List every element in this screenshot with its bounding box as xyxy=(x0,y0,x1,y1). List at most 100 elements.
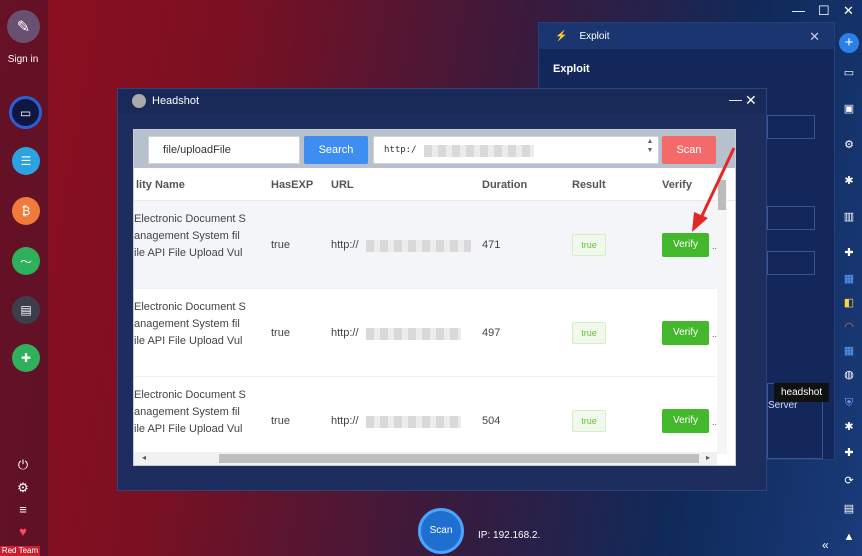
result-badge: true xyxy=(572,234,606,256)
redacted-url xyxy=(424,145,534,157)
table-row[interactable]: Electronic Document S anagement System f… xyxy=(134,289,717,377)
hasexp-cell: true xyxy=(271,239,290,251)
puzzle-small-icon[interactable]: ✚ xyxy=(842,446,856,460)
vuln-name-line: Electronic Document S xyxy=(134,389,246,401)
grid-icon[interactable]: ▦ xyxy=(842,344,856,358)
vuln-name-line: anagement System fil xyxy=(134,230,240,242)
verify-button[interactable]: Verify xyxy=(662,321,709,345)
settings-gear-icon[interactable]: ⚙ xyxy=(15,480,31,496)
headshot-close-icon[interactable]: ✕ xyxy=(745,92,757,109)
hasexp-cell: true xyxy=(271,327,290,339)
exploit-tab[interactable]: ⚡ Exploit ✕ xyxy=(539,23,834,49)
nav-chat-icon[interactable]: ▤ xyxy=(12,296,40,324)
exploit-close-icon[interactable]: ✕ xyxy=(809,29,820,45)
col-hasexp-header[interactable]: HasEXP xyxy=(271,179,313,191)
sign-in-link[interactable]: Sign in xyxy=(0,54,46,65)
headshot-tooltip: headshot xyxy=(774,383,830,402)
brand-label: Red Team xyxy=(0,546,40,556)
headshot-title: Headshot xyxy=(152,95,200,107)
redteam-badge-icon: ♥ xyxy=(19,524,27,539)
note-icon[interactable]: ◧ xyxy=(842,296,856,310)
exploit-heading: Exploit xyxy=(553,63,590,75)
table-row[interactable]: Electronic Document S anagement System f… xyxy=(134,201,717,289)
headshot-minimize-icon[interactable]: — xyxy=(729,92,742,107)
main-scan-button[interactable]: Scan xyxy=(418,508,464,554)
close-window-icon[interactable]: ✕ xyxy=(843,3,854,19)
bar-chart-icon[interactable]: ▥ xyxy=(842,210,856,224)
minimize-window-icon[interactable]: — xyxy=(792,3,805,18)
tool-icon[interactable]: ⚙ xyxy=(842,138,856,152)
duration-cell: 497 xyxy=(482,327,501,339)
bug-icon[interactable]: ✱ xyxy=(842,174,856,188)
horizontal-scrollbar[interactable]: ◂ ▸ xyxy=(134,452,717,465)
document-icon[interactable]: ▤ xyxy=(842,502,856,516)
url-textarea[interactable]: http:/ xyxy=(373,136,659,164)
vertical-scrollbar[interactable] xyxy=(717,168,727,454)
url-cell: http:// xyxy=(331,239,359,251)
redacted-url xyxy=(366,328,461,340)
col-result-header[interactable]: Result xyxy=(572,179,606,191)
url-text: http:/ xyxy=(384,145,417,155)
url-cell: http:// xyxy=(331,327,359,339)
vuln-name-line: anagement System fil xyxy=(134,318,240,330)
lightning-icon: ⚡ xyxy=(555,30,568,42)
duration-cell: 504 xyxy=(482,415,501,427)
exploit-tab-title: Exploit xyxy=(579,30,610,42)
horizontal-scroll-thumb[interactable] xyxy=(219,454,699,463)
headshot-logo-icon xyxy=(132,94,146,108)
warning-icon[interactable]: ▲ xyxy=(842,530,856,544)
globe-icon[interactable]: ◍ xyxy=(842,368,856,382)
ip-address-label: IP: 192.168.2. xyxy=(478,530,541,541)
shield-icon[interactable]: ⛨ xyxy=(842,396,856,410)
add-plus-icon[interactable]: + xyxy=(839,33,859,53)
verify-button[interactable]: Verify xyxy=(662,233,709,257)
hasexp-cell: true xyxy=(271,415,290,427)
col-name-header[interactable]: lity Name xyxy=(136,179,185,191)
path-input[interactable]: file/uploadFile xyxy=(148,136,300,164)
app-logo-icon[interactable]: ✎ xyxy=(7,10,40,43)
calendar-icon[interactable]: ▦ xyxy=(842,272,856,286)
nav-plugin-icon[interactable]: ✚ xyxy=(12,344,40,372)
url-spinner-icon[interactable]: ▲ ▼ xyxy=(645,137,655,155)
nav-scan-icon[interactable]: ▭ xyxy=(9,96,42,129)
scroll-right-arrow-icon[interactable]: ▸ xyxy=(706,453,710,462)
redacted-url xyxy=(366,416,461,428)
vuln-name-line: ile API File Upload Vul xyxy=(134,423,243,435)
collapse-arrow-icon[interactable]: « xyxy=(822,538,829,552)
half-circle-icon[interactable]: ◠ xyxy=(842,320,856,334)
menu-icon[interactable]: ≡ xyxy=(15,502,31,518)
vertical-scroll-thumb[interactable] xyxy=(718,180,726,210)
vuln-name-line: ile API File Upload Vul xyxy=(134,247,243,259)
duration-cell: 471 xyxy=(482,239,501,251)
desktop-icon[interactable]: ▭ xyxy=(842,66,856,80)
scan-button[interactable]: Scan xyxy=(662,136,716,164)
headshot-titlebar: Headshot — ✕ xyxy=(118,89,766,113)
scroll-left-arrow-icon[interactable]: ◂ xyxy=(142,453,146,462)
right-toolbar: + ▭ ▣ ⚙ ✱ ▥ ✚ ▦ ◧ ◠ ▦ ◍ ⛨ ✱ ✚ ⟳ ▤ ▲ xyxy=(836,26,862,556)
power-icon[interactable]: ⏻ xyxy=(15,457,31,473)
result-badge: true xyxy=(572,410,606,432)
left-sidebar: ✎ Sign in ▭ ☰ ₿ 〜 ▤ ✚ ⏻ ⚙ ≡ ♥ Red Team xyxy=(0,0,48,556)
nav-list-icon[interactable]: ☰ xyxy=(12,147,40,175)
search-toolbar: file/uploadFile Search http:/ ▲ ▼ Scan xyxy=(134,130,735,168)
exploit-field[interactable] xyxy=(767,115,815,139)
vuln-name-line: Electronic Document S xyxy=(134,301,246,313)
col-verify-header[interactable]: Verify xyxy=(662,179,692,191)
puzzle-icon[interactable]: ✚ xyxy=(842,246,856,260)
id-card-icon[interactable]: ▣ xyxy=(842,102,856,116)
maximize-window-icon[interactable]: ☐ xyxy=(818,3,830,19)
bug-small-icon[interactable]: ✱ xyxy=(842,420,856,434)
exploit-field[interactable] xyxy=(767,251,815,275)
refresh-icon[interactable]: ⟳ xyxy=(842,474,856,488)
headshot-content: file/uploadFile Search http:/ ▲ ▼ Scan li… xyxy=(133,129,736,466)
col-url-header[interactable]: URL xyxy=(331,179,354,191)
table-header: lity Name HasEXP URL Duration Result Ver… xyxy=(134,168,735,201)
redacted-url xyxy=(366,240,471,252)
col-duration-header[interactable]: Duration xyxy=(482,179,527,191)
nav-chart-icon[interactable]: 〜 xyxy=(12,247,40,275)
exploit-field[interactable] xyxy=(767,206,815,230)
search-button[interactable]: Search xyxy=(304,136,368,164)
vuln-name-line: anagement System fil xyxy=(134,406,240,418)
verify-button[interactable]: Verify xyxy=(662,409,709,433)
nav-bitcoin-icon[interactable]: ₿ xyxy=(12,197,40,225)
